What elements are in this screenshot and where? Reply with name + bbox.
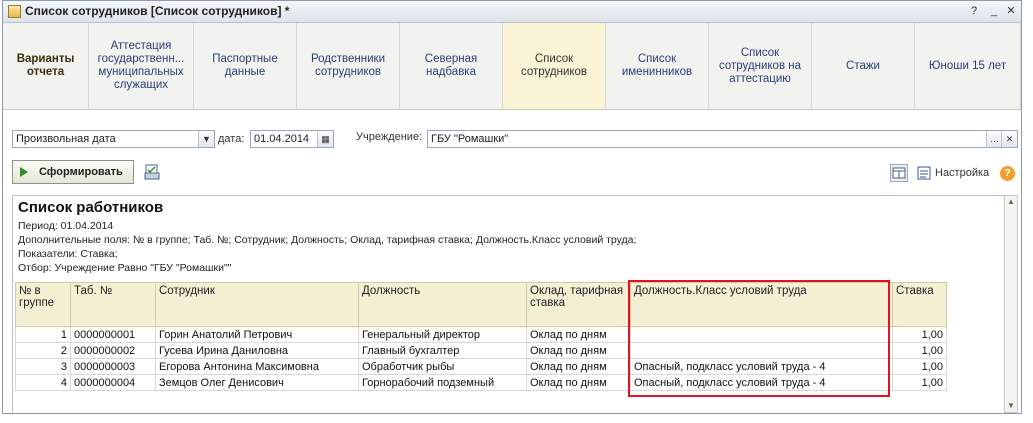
col-rate: Ставка: [892, 282, 947, 327]
cell-employee: Земцов Олег Денисович: [155, 374, 359, 391]
tab-birthdays[interactable]: Список именинников: [606, 23, 709, 109]
layout-panel-icon[interactable]: [890, 164, 908, 182]
tab-passport-data[interactable]: Паспортные данные: [194, 23, 297, 109]
cell-work-class: [630, 342, 893, 359]
cell-rate: 1,00: [892, 358, 947, 375]
col-salary: Оклад, тарифная ставка: [526, 282, 631, 327]
cell-work-class: Опасный, подкласс условий труда - 4: [630, 374, 893, 391]
scroll-up-icon[interactable]: ▲: [1005, 196, 1017, 208]
cell-salary: Оклад по дням: [526, 326, 631, 343]
cell-number: 4: [15, 374, 71, 391]
cell-tab-number: 0000000003: [70, 358, 156, 375]
cell-work-class: Опасный, подкласс условий труда - 4: [630, 358, 893, 375]
table-header-row: № в группе Таб. № Сотрудник Должность Ок…: [15, 282, 947, 327]
help-circle-icon[interactable]: ?: [1000, 166, 1015, 181]
cell-rate: 1,00: [892, 374, 947, 391]
org-value: ГБУ "Ромашки": [431, 133, 509, 145]
tab-attestation-list[interactable]: Список сотрудников на аттестацию: [709, 23, 812, 109]
clear-icon[interactable]: ✕: [1001, 131, 1017, 147]
cell-rate: 1,00: [892, 342, 947, 359]
settings-button[interactable]: Настройка: [935, 167, 989, 179]
generate-button[interactable]: Сформировать: [12, 160, 134, 184]
select-ellipsis-button[interactable]: …: [986, 131, 1002, 147]
tab-seniority[interactable]: Стажи: [812, 23, 915, 109]
period-type-select[interactable]: Произвольная дата ▼: [12, 130, 215, 148]
cell-tab-number: 0000000002: [70, 342, 156, 359]
col-position: Должность: [358, 282, 527, 327]
period-type-value: Произвольная дата: [16, 133, 116, 145]
tab-employee-list[interactable]: Список сотрудников: [503, 23, 606, 109]
window-title: Список сотрудников [Список сотрудников] …: [25, 4, 290, 18]
vertical-scrollbar[interactable]: ▲ ▼: [1004, 195, 1018, 413]
title-bar: Список сотрудников [Список сотрудников] …: [3, 1, 1021, 23]
tab-relatives[interactable]: Родственники сотрудников: [297, 23, 400, 109]
cell-work-class: [630, 326, 893, 343]
calendar-icon[interactable]: ▦: [317, 131, 333, 147]
date-input[interactable]: 01.04.2014 ▦: [250, 130, 334, 148]
report-selection: Отбор: Учреждение Равно "ГБУ "Ромашки"": [18, 262, 232, 274]
cell-tab-number: 0000000004: [70, 374, 156, 391]
help-icon[interactable]: ?: [967, 4, 981, 18]
settings-icon: [917, 166, 931, 180]
report-extra-fields: Дополнительные поля: № в группе; Таб. №;…: [18, 234, 637, 246]
date-value: 01.04.2014: [254, 133, 310, 145]
chevron-down-icon[interactable]: ▼: [198, 131, 214, 147]
tab-northern-allowance[interactable]: Северная надбавка: [400, 23, 503, 109]
cell-position: Генеральный директор: [358, 326, 527, 343]
cell-salary: Оклад по дням: [526, 358, 631, 375]
app-icon: [8, 5, 21, 18]
cell-position: Обработчик рыбы: [358, 358, 527, 375]
employees-table: № в группе Таб. № Сотрудник Должность Ок…: [15, 282, 947, 391]
table-row[interactable]: 1 0000000001 Горин Анатолий Петрович Ген…: [15, 326, 947, 343]
tab-report-variants[interactable]: Варианты отчета: [3, 23, 89, 109]
cell-tab-number: 0000000001: [70, 326, 156, 343]
report-variants-tabs: Варианты отчета Аттестация государственн…: [3, 23, 1021, 110]
table-row[interactable]: 3 0000000003 Егорова Антонина Максимовна…: [15, 358, 947, 375]
cell-employee: Гусева Ирина Даниловна: [155, 342, 359, 359]
cell-employee: Горин Анатолий Петрович: [155, 326, 359, 343]
play-icon: [20, 167, 28, 177]
cell-position: Горнорабочий подземный: [358, 374, 527, 391]
scroll-down-icon[interactable]: ▼: [1005, 400, 1017, 412]
minimize-icon[interactable]: _: [987, 4, 1001, 18]
report-title: Список работников: [18, 199, 164, 216]
date-label: дата:: [218, 133, 245, 145]
report-indicators: Показатели: Ставка;: [18, 248, 118, 260]
report-spreadsheet: Список работников Период: 01.04.2014 Доп…: [12, 195, 1006, 413]
org-input[interactable]: ГБУ "Ромашки" … ✕: [427, 130, 1018, 148]
tab-boys-15[interactable]: Юноши 15 лет: [915, 23, 1021, 109]
col-group-number: № в группе: [15, 282, 71, 327]
report-window: Список сотрудников [Список сотрудников] …: [2, 0, 1022, 414]
col-tab-number: Таб. №: [70, 282, 156, 327]
col-work-class: Должность.Класс условий труда: [630, 282, 893, 327]
cell-salary: Оклад по дням: [526, 374, 631, 391]
print-icon[interactable]: [144, 164, 160, 180]
org-label: Учреждение:: [356, 131, 423, 143]
cell-rate: 1,00: [892, 326, 947, 343]
cell-position: Главный бухгалтер: [358, 342, 527, 359]
cell-salary: Оклад по дням: [526, 342, 631, 359]
col-employee: Сотрудник: [155, 282, 359, 327]
close-icon[interactable]: ✕: [1004, 4, 1018, 18]
table-row[interactable]: 4 0000000004 Земцов Олег Денисович Горно…: [15, 374, 947, 391]
cell-number: 3: [15, 358, 71, 375]
cell-number: 2: [15, 342, 71, 359]
cell-number: 1: [15, 326, 71, 343]
cell-employee: Егорова Антонина Максимовна: [155, 358, 359, 375]
report-period: Период: 01.04.2014: [18, 220, 114, 232]
tab-attestation[interactable]: Аттестация государственн... муниципальны…: [89, 23, 194, 109]
table-row[interactable]: 2 0000000002 Гусева Ирина Даниловна Глав…: [15, 342, 947, 359]
